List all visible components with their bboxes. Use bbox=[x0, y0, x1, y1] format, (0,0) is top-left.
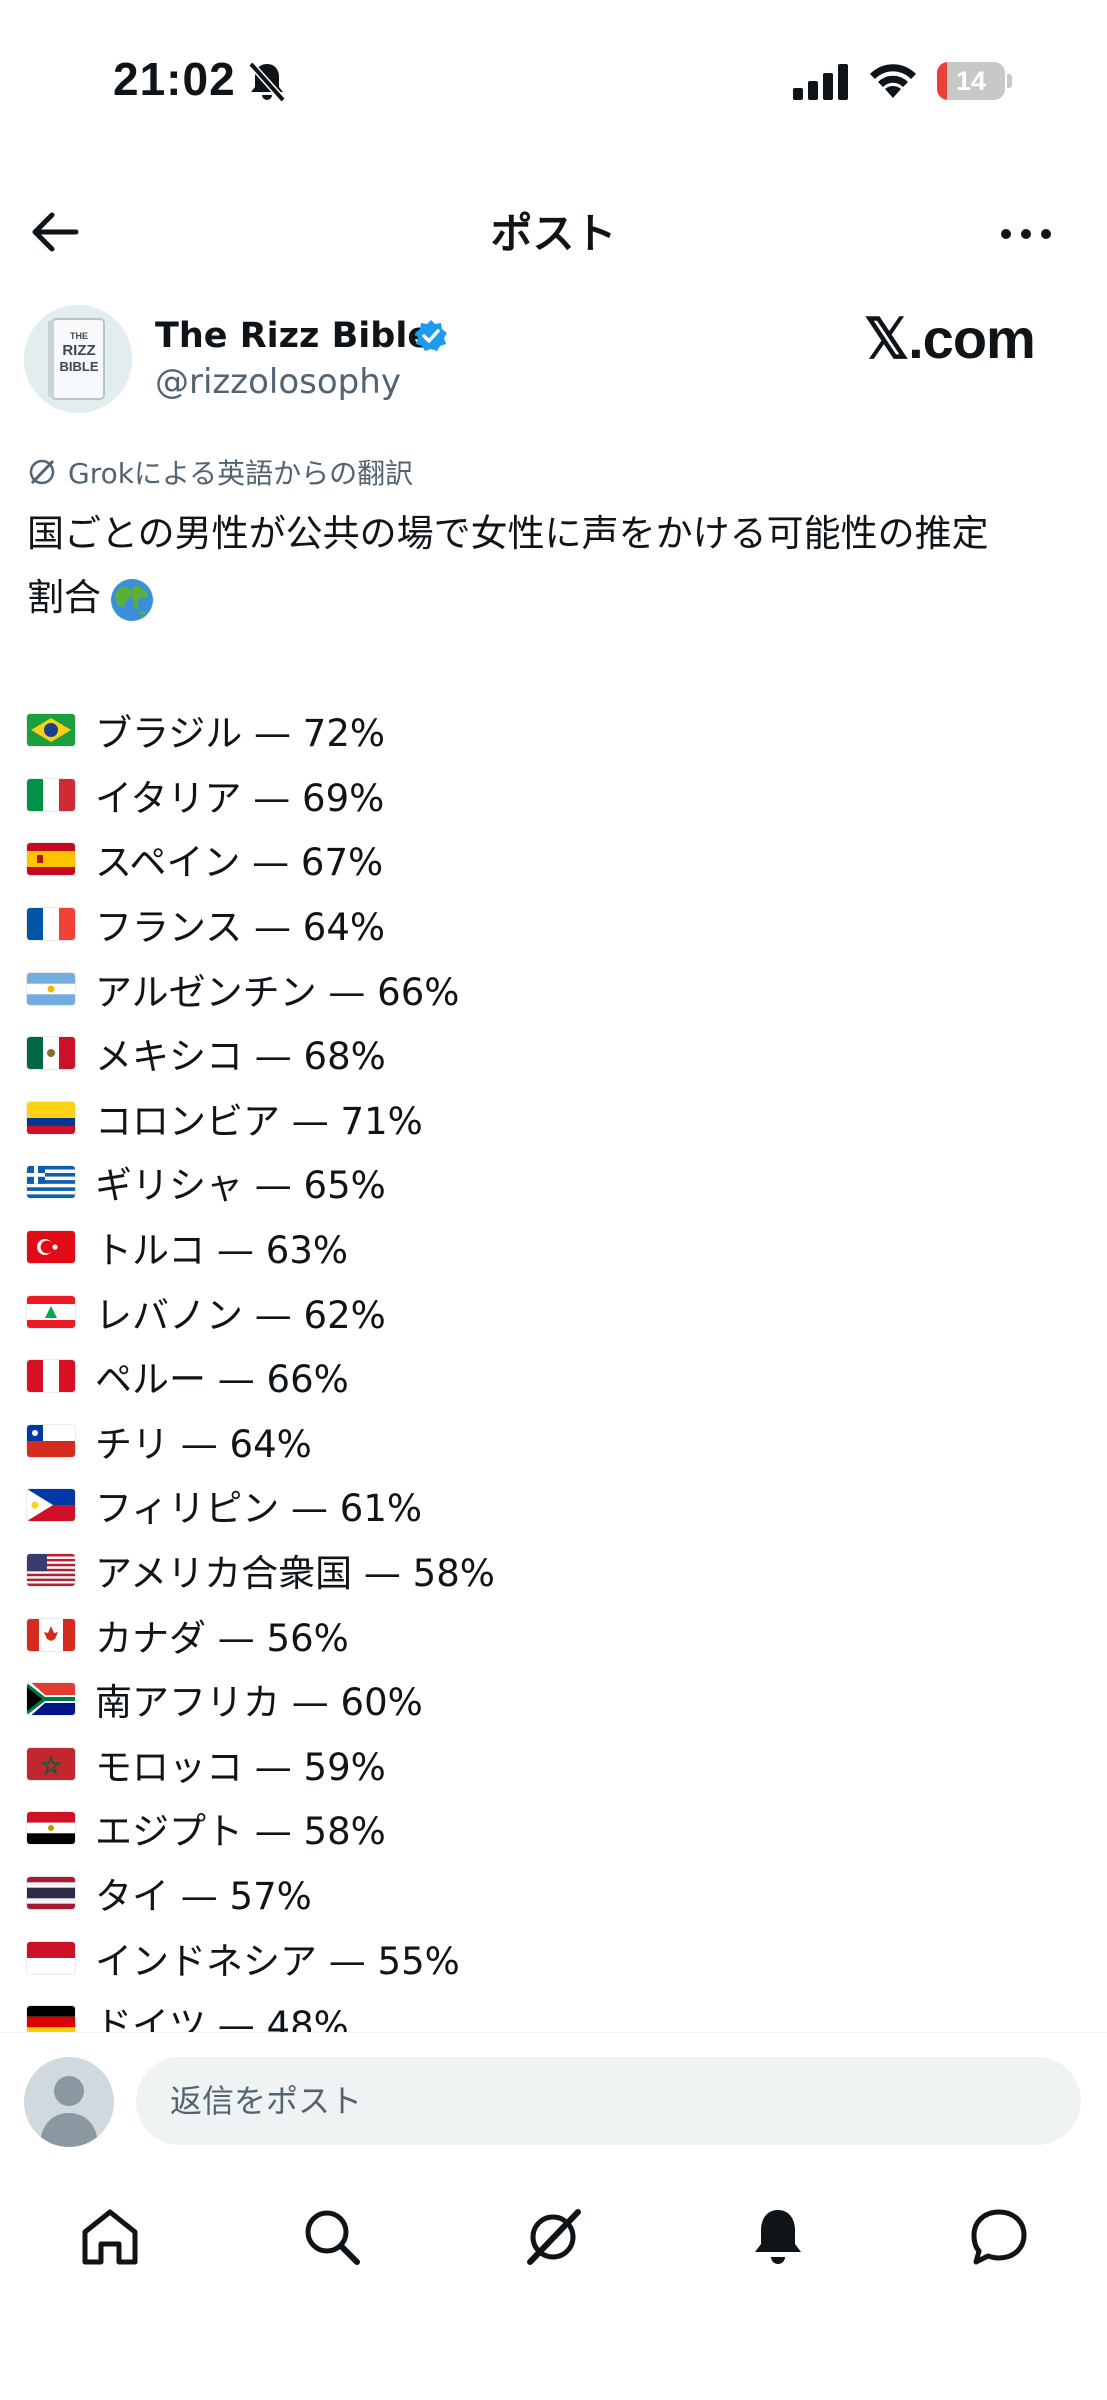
usa-flag-icon bbox=[27, 1554, 75, 1587]
spain-flag-icon bbox=[27, 843, 75, 876]
country-row: トルコ — 63% bbox=[27, 1215, 1087, 1280]
country-row: 南アフリカ — 60% bbox=[27, 1667, 1087, 1732]
bottom-nav bbox=[0, 2152, 1107, 2400]
notifications-icon[interactable] bbox=[743, 2202, 813, 2272]
canada-flag-icon bbox=[27, 1618, 75, 1651]
country-row: ギリシャ — 65% bbox=[27, 1150, 1087, 1215]
status-time: 21:02 bbox=[113, 53, 236, 105]
page-title: ポスト bbox=[490, 209, 617, 258]
status-bar: 21:02 14 bbox=[0, 0, 1107, 160]
grok-icon[interactable] bbox=[518, 2202, 588, 2272]
battery-indicator: 14 bbox=[937, 62, 1013, 100]
country-stat-text: チリ — 64% bbox=[95, 1422, 312, 1466]
reply-input[interactable]: 返信をポスト bbox=[136, 2057, 1081, 2145]
translation-notice: Grokによる英語からの翻訳 bbox=[26, 452, 413, 492]
peru-flag-icon bbox=[27, 1360, 75, 1393]
mexico-flag-icon bbox=[27, 1037, 75, 1070]
turkey-flag-icon bbox=[27, 1231, 75, 1264]
author-avatar[interactable]: THE RIZZ BIBLE bbox=[24, 305, 132, 413]
brazil-flag-icon bbox=[27, 714, 75, 747]
author-name[interactable]: The Rizz Bible bbox=[155, 316, 431, 356]
country-row: フランス — 64% bbox=[27, 892, 1087, 957]
country-row: イタリア — 69% bbox=[27, 763, 1087, 828]
country-list: ブラジル — 72% イタリア — 69% スペイン — 67% フランス — 64%… bbox=[27, 698, 1087, 2054]
country-stat-text: インドネシア — 55% bbox=[95, 1939, 460, 1983]
country-stat-text: アメリカ合衆国 — 58% bbox=[95, 1552, 495, 1596]
country-stat-text: ペルー — 66% bbox=[95, 1358, 349, 1402]
wifi-icon bbox=[870, 64, 916, 98]
country-row: ペルー — 66% bbox=[27, 1344, 1087, 1409]
country-stat-text: 南アフリカ — 60% bbox=[95, 1681, 423, 1725]
x-watermark-logo: 𝕏.com bbox=[864, 307, 1036, 370]
italy-flag-icon bbox=[27, 778, 75, 811]
colombia-flag-icon bbox=[27, 1101, 75, 1134]
country-stat-text: メキシコ — 68% bbox=[95, 1035, 386, 1079]
country-row: アメリカ合衆国 — 58% bbox=[27, 1538, 1087, 1603]
country-row: メキシコ — 68% bbox=[27, 1021, 1087, 1086]
book-cover-image: THE RIZZ BIBLE bbox=[24, 305, 132, 413]
egypt-flag-icon bbox=[27, 1812, 75, 1845]
country-stat-text: カナダ — 56% bbox=[95, 1616, 349, 1660]
chile-flag-icon bbox=[27, 1424, 75, 1457]
country-stat-text: ブラジル — 72% bbox=[95, 712, 386, 756]
search-icon[interactable] bbox=[297, 2202, 367, 2272]
post-intro-2: 割合 bbox=[27, 576, 101, 619]
user-avatar[interactable] bbox=[24, 2057, 114, 2147]
country-row: アルゼンチン — 66% bbox=[27, 956, 1087, 1021]
messages-icon[interactable] bbox=[964, 2202, 1034, 2272]
country-stat-text: フィリピン — 61% bbox=[95, 1487, 423, 1531]
cover-text-rizz: RIZZ bbox=[62, 342, 95, 359]
country-row: エジプト — 58% bbox=[27, 1796, 1087, 1861]
country-stat-text: アルゼンチン — 66% bbox=[95, 970, 460, 1014]
globe-emoji-icon bbox=[111, 578, 153, 621]
country-row: レバノン — 62% bbox=[27, 1279, 1087, 1344]
verified-badge-icon bbox=[415, 320, 447, 351]
country-stat-text: フランス — 64% bbox=[95, 906, 386, 950]
post-text: 国ごとの男性が公共の場で女性に声をかける可能性の推定 割合 bbox=[27, 502, 1087, 630]
country-row: モロッコ — 59% bbox=[27, 1732, 1087, 1797]
thailand-flag-icon bbox=[27, 1876, 75, 1909]
argentina-flag-icon bbox=[27, 972, 75, 1005]
battery-percent: 14 bbox=[955, 66, 987, 96]
home-icon[interactable] bbox=[75, 2202, 145, 2272]
country-row: スペイン — 67% bbox=[27, 827, 1087, 892]
country-row: ブラジル — 72% bbox=[27, 698, 1087, 763]
country-row: コロンビア — 71% bbox=[27, 1086, 1087, 1151]
philippines-flag-icon bbox=[27, 1489, 75, 1522]
country-stat-text: タイ — 57% bbox=[95, 1874, 312, 1918]
south-africa-flag-icon bbox=[27, 1683, 75, 1716]
cover-text-the: THE bbox=[70, 331, 88, 341]
reply-bar: 返信をポスト bbox=[0, 2032, 1107, 2153]
morocco-flag-icon bbox=[27, 1747, 75, 1780]
country-stat-text: ギリシャ — 65% bbox=[95, 1164, 386, 1208]
post-intro: 国ごとの男性が公共の場で女性に声をかける可能性の推定 bbox=[27, 512, 989, 555]
country-stat-text: コロンビア — 71% bbox=[95, 1099, 423, 1143]
top-nav: ポスト bbox=[0, 180, 1107, 280]
france-flag-icon bbox=[27, 908, 75, 941]
country-row: チリ — 64% bbox=[27, 1409, 1087, 1474]
translation-label: Grokによる英語からの翻訳 bbox=[68, 457, 414, 490]
country-row: インドネシア — 55% bbox=[27, 1925, 1087, 1990]
grok-icon bbox=[29, 459, 55, 485]
author-handle[interactable]: @rizzolosophy bbox=[155, 362, 401, 402]
country-row: カナダ — 56% bbox=[27, 1602, 1087, 1667]
greece-flag-icon bbox=[27, 1166, 75, 1199]
cover-text-bible: BIBLE bbox=[60, 359, 99, 374]
country-stat-text: エジプト — 58% bbox=[95, 1810, 386, 1854]
cellular-signal-icon bbox=[793, 64, 848, 100]
more-options-icon[interactable] bbox=[996, 214, 1056, 254]
country-stat-text: レバノン — 62% bbox=[95, 1293, 386, 1337]
country-stat-text: スペイン — 67% bbox=[95, 841, 384, 885]
country-stat-text: モロッコ — 59% bbox=[95, 1745, 386, 1789]
indonesia-flag-icon bbox=[27, 1941, 75, 1974]
country-row: タイ — 57% bbox=[27, 1861, 1087, 1926]
country-stat-text: イタリア — 69% bbox=[95, 776, 385, 820]
lebanon-flag-icon bbox=[27, 1295, 75, 1328]
bell-muted-icon bbox=[248, 61, 286, 103]
country-row: フィリピン — 61% bbox=[27, 1473, 1087, 1538]
country-stat-text: トルコ — 63% bbox=[95, 1229, 349, 1273]
